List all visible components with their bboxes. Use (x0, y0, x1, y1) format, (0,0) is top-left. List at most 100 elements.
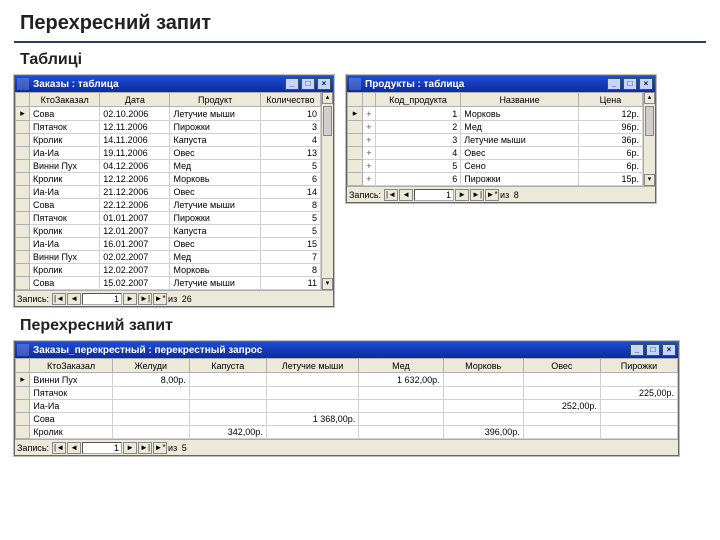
row-selector[interactable] (16, 225, 30, 238)
cell[interactable]: 02.02.2007 (100, 251, 170, 264)
table-row[interactable]: Кролик12.01.2007Капуста5 (16, 225, 321, 238)
cell[interactable]: Сова (30, 277, 100, 290)
cell[interactable]: Иа-Иа (30, 400, 112, 413)
cell[interactable]: 5 (260, 212, 320, 225)
cell[interactable]: Мед (170, 251, 260, 264)
minimize-button[interactable]: _ (607, 78, 621, 90)
nav-prev[interactable]: ◄ (67, 442, 81, 454)
cell[interactable]: 14 (260, 186, 320, 199)
cell[interactable]: 342,00р. (189, 426, 266, 439)
maximize-button[interactable]: □ (646, 344, 660, 356)
col-header[interactable]: Дата (100, 93, 170, 107)
cell[interactable]: Кролик (30, 134, 100, 147)
row-selector[interactable] (348, 134, 363, 147)
row-selector[interactable] (348, 160, 363, 173)
nav-next[interactable]: ► (123, 442, 137, 454)
cell[interactable]: 15.02.2007 (100, 277, 170, 290)
nav-new[interactable]: ►* (153, 293, 167, 305)
cell[interactable]: 04.12.2006 (100, 160, 170, 173)
products-table[interactable]: Код_продукта Название Цена ▸+1Морковь12р… (347, 92, 643, 186)
cell[interactable]: 11 (260, 277, 320, 290)
cell[interactable]: 12.01.2007 (100, 225, 170, 238)
cell[interactable]: 21.12.2006 (100, 186, 170, 199)
orders-table[interactable]: КтоЗаказал Дата Продукт Количество ▸Сова… (15, 92, 321, 290)
cell[interactable]: Мед (170, 160, 260, 173)
cell[interactable]: 2 (375, 121, 461, 134)
row-selector[interactable] (16, 121, 30, 134)
cell[interactable]: Кролик (30, 426, 112, 439)
cell[interactable]: Овес (170, 147, 260, 160)
col-header[interactable]: Желуди (112, 359, 189, 373)
nav-position[interactable] (414, 189, 454, 201)
close-button[interactable]: × (662, 344, 676, 356)
col-header[interactable]: Капуста (189, 359, 266, 373)
row-selector[interactable] (16, 400, 30, 413)
nav-next[interactable]: ► (123, 293, 137, 305)
cell[interactable]: 12р. (578, 107, 642, 121)
cell[interactable]: Сова (30, 413, 112, 426)
row-selector[interactable] (16, 387, 30, 400)
minimize-button[interactable]: _ (630, 344, 644, 356)
cell[interactable]: 10 (260, 107, 320, 121)
cell[interactable]: Пятачок (30, 121, 100, 134)
cell[interactable]: 5 (260, 225, 320, 238)
cell[interactable]: 1 368,00р. (266, 413, 359, 426)
col-header[interactable]: Овес (523, 359, 600, 373)
cell[interactable]: Мед (461, 121, 579, 134)
cell[interactable]: 36р. (578, 134, 642, 147)
expand-icon[interactable]: + (362, 147, 375, 160)
row-selector[interactable]: ▸ (348, 107, 363, 121)
cell[interactable] (189, 387, 266, 400)
nav-next[interactable]: ► (455, 189, 469, 201)
minimize-button[interactable]: _ (285, 78, 299, 90)
table-row[interactable]: Сова22.12.2006Летучие мыши8 (16, 199, 321, 212)
col-header[interactable]: Цена (578, 93, 642, 107)
cell[interactable] (443, 400, 523, 413)
cell[interactable] (523, 413, 600, 426)
cell[interactable] (359, 387, 443, 400)
col-header[interactable]: Морковь (443, 359, 523, 373)
cell[interactable] (443, 387, 523, 400)
cell[interactable]: Летучие мыши (170, 199, 260, 212)
nav-last[interactable]: ►| (470, 189, 484, 201)
table-row[interactable]: ▸Винни Пух8,00р.1 632,00р. (16, 373, 678, 387)
maximize-button[interactable]: □ (301, 78, 315, 90)
nav-first[interactable]: |◄ (52, 442, 66, 454)
table-row[interactable]: Винни Пух04.12.2006Мед5 (16, 160, 321, 173)
cell[interactable]: 1 632,00р. (359, 373, 443, 387)
cell[interactable] (359, 400, 443, 413)
table-row[interactable]: Иа-Иа19.11.2006Овес13 (16, 147, 321, 160)
table-row[interactable]: Иа-Иа16.01.2007Овес15 (16, 238, 321, 251)
cell[interactable]: 7 (260, 251, 320, 264)
cell[interactable] (600, 413, 677, 426)
cell[interactable]: 8 (260, 264, 320, 277)
cell[interactable] (112, 400, 189, 413)
cell[interactable]: 252,00р. (523, 400, 600, 413)
cell[interactable]: 96р. (578, 121, 642, 134)
cell[interactable]: 15р. (578, 173, 642, 186)
col-header[interactable]: Код_продукта (375, 93, 461, 107)
row-selector[interactable] (16, 238, 30, 251)
scroll-up-icon[interactable]: ▴ (322, 92, 333, 104)
cell[interactable]: Морковь (170, 173, 260, 186)
cell[interactable]: 6 (260, 173, 320, 186)
table-row[interactable]: ▸+1Морковь12р. (348, 107, 643, 121)
col-header[interactable]: КтоЗаказал (30, 93, 100, 107)
cell[interactable]: Кролик (30, 173, 100, 186)
cell[interactable] (189, 373, 266, 387)
cell[interactable]: 5 (260, 160, 320, 173)
orders-titlebar[interactable]: Заказы : таблица _ □ × (15, 76, 333, 92)
table-row[interactable]: Иа-Иа21.12.2006Овес14 (16, 186, 321, 199)
maximize-button[interactable]: □ (623, 78, 637, 90)
cell[interactable]: 12.11.2006 (100, 121, 170, 134)
cell[interactable]: 5 (375, 160, 461, 173)
cell[interactable]: Кролик (30, 264, 100, 277)
cell[interactable] (189, 400, 266, 413)
cell[interactable]: Овес (461, 147, 579, 160)
col-header[interactable]: Количество (260, 93, 320, 107)
cell[interactable]: Иа-Иа (30, 238, 100, 251)
nav-new[interactable]: ►* (485, 189, 499, 201)
cell[interactable]: Пирожки (170, 212, 260, 225)
cell[interactable]: Пирожки (461, 173, 579, 186)
cell[interactable]: 1 (375, 107, 461, 121)
